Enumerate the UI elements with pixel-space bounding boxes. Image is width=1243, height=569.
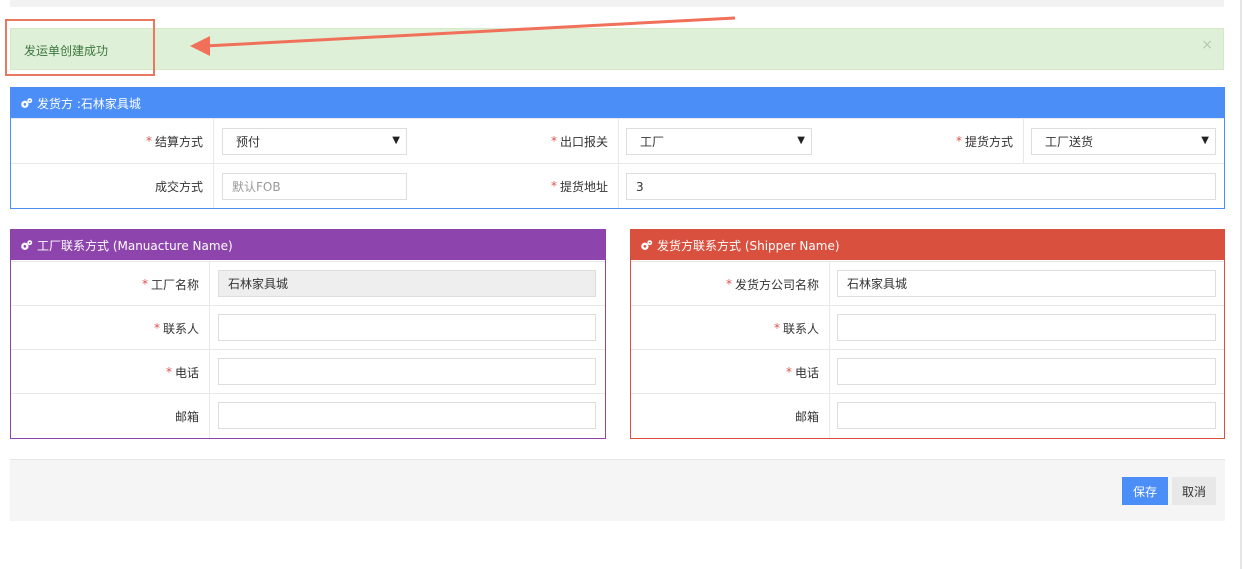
form-actions-bar: 保存 取消 [10,459,1225,521]
shipper-panel-header: 发货方联系方式 (Shipper Name) [631,230,1224,260]
cancel-button[interactable]: 取消 [1172,477,1216,505]
deal-input[interactable]: 默认FOB [222,173,407,200]
settlement-label: * 结算方式 [145,134,203,149]
gears-icon [21,239,33,250]
gears-icon [641,239,653,250]
export-label: * 出口报关 [550,134,608,149]
save-button[interactable]: 保存 [1122,477,1168,505]
form-row: * 电话 [11,349,605,394]
form-row: * 结算方式 预付 ▼ * 出口报关 工厂 ▼ * 提货方式 工厂送货 ▼ [11,118,1224,163]
factory-phone-input[interactable] [218,358,596,385]
pickup-label: * 提货方式 [955,134,1013,149]
close-icon[interactable]: × [1201,37,1213,53]
factory-phone-label: * 电话 [165,365,199,380]
form-row: 邮箱 [631,393,1224,438]
shipment-panel: 发货方 :石林家具城 * 结算方式 预付 ▼ * 出口报关 工厂 ▼ * 提货方式 工厂送… [10,87,1225,209]
shipper-contact-input[interactable] [837,314,1216,341]
caret-down-icon: ▼ [392,135,400,146]
shipper-contact-label: * 联系人 [773,321,819,336]
shipper-phone-label: * 电话 [785,365,819,380]
shipper-panel-title: 发货方联系方式 (Shipper Name) [657,238,840,253]
factory-email-input[interactable] [218,402,596,429]
factory-name-label: * 工厂名称 [141,277,199,292]
shipper-contact-panel: 发货方联系方式 (Shipper Name) * 发货方公司名称 石林家具城 * 联… [630,229,1225,439]
form-row: * 电话 [631,349,1224,394]
export-select[interactable]: 工厂 ▼ [626,128,812,155]
form-row: * 联系人 [11,305,605,350]
address-label: * 提货地址 [550,179,608,194]
shipment-panel-title: 发货方 :石林家具城 [37,96,141,111]
factory-panel-title: 工厂联系方式 (Manuacture Name) [37,238,233,253]
gears-icon [21,97,33,108]
form-row: 成交方式 默认FOB * 提货地址 3 [11,163,1224,208]
deal-label: 成交方式 [154,179,203,194]
shipper-phone-input[interactable] [837,358,1216,385]
shipper-email-label: 邮箱 [794,409,819,424]
shipper-company-input[interactable]: 石林家具城 [837,270,1216,297]
factory-contact-label: * 联系人 [153,321,199,336]
success-alert: 发运单创建成功 × [10,28,1224,70]
factory-name-input[interactable]: 石林家具城 [218,270,596,297]
annotation-highlight-box [5,19,155,76]
form-row: * 联系人 [631,305,1224,350]
top-bar [10,0,1224,7]
form-row: * 工厂名称 石林家具城 [11,261,605,306]
caret-down-icon: ▼ [797,135,805,146]
settlement-select[interactable]: 预付 ▼ [222,128,407,155]
factory-contact-panel: 工厂联系方式 (Manuacture Name) * 工厂名称 石林家具城 * 联系… [10,229,606,439]
form-row: * 发货方公司名称 石林家具城 [631,261,1224,306]
factory-panel-header: 工厂联系方式 (Manuacture Name) [11,230,605,260]
shipper-email-input[interactable] [837,402,1216,429]
factory-contact-input[interactable] [218,314,596,341]
page-scroll-edge [1240,0,1242,569]
shipment-panel-header: 发货方 :石林家具城 [11,88,1224,118]
form-row: 邮箱 [11,393,605,438]
caret-down-icon: ▼ [1201,135,1209,146]
address-input[interactable]: 3 [626,173,1216,200]
shipper-company-label: * 发货方公司名称 [725,277,819,292]
pickup-select[interactable]: 工厂送货 ▼ [1031,128,1216,155]
factory-email-label: 邮箱 [174,409,199,424]
